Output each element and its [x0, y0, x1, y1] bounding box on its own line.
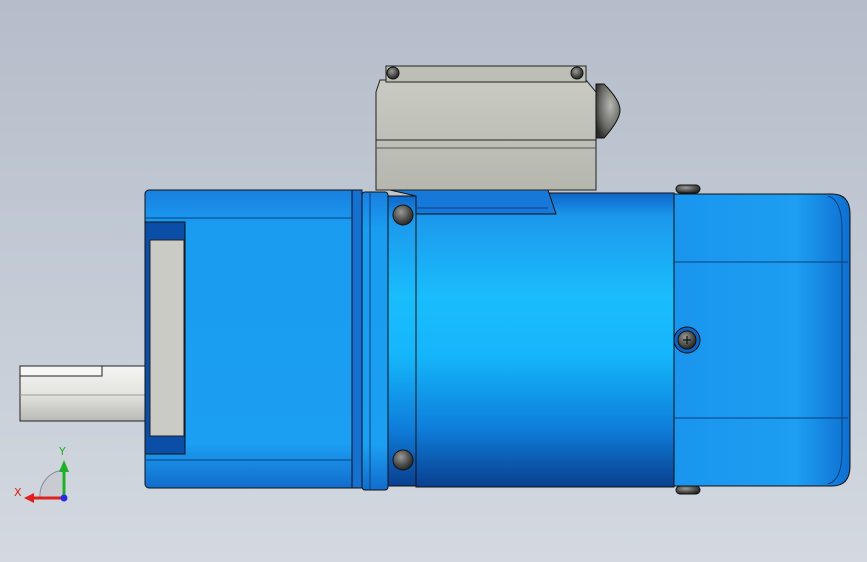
output-shaft[interactable]	[19, 365, 153, 422]
flange-bolt-top	[392, 204, 414, 226]
y-axis-label: Y	[58, 445, 66, 458]
mounting-flange[interactable]	[361, 191, 419, 491]
gearbox[interactable]	[144, 189, 363, 489]
terminal-screw-left	[386, 66, 400, 80]
graphics-viewport[interactable]: Y X	[0, 0, 867, 562]
model-canvas[interactable]: Y X	[0, 0, 867, 562]
endcap-bolt-bottom	[675, 485, 701, 495]
motor-body[interactable]	[389, 189, 675, 488]
terminal-screw-right	[570, 66, 584, 80]
endcap-bolt-top	[675, 184, 701, 194]
x-axis-label: X	[14, 486, 22, 499]
terminal-box[interactable]	[375, 65, 621, 191]
reference-triad: Y X	[14, 445, 69, 503]
flange-bolt-bottom	[392, 449, 414, 471]
end-cap[interactable]	[673, 184, 851, 495]
z-axis-dot	[60, 494, 68, 502]
cable-gland	[595, 83, 621, 139]
